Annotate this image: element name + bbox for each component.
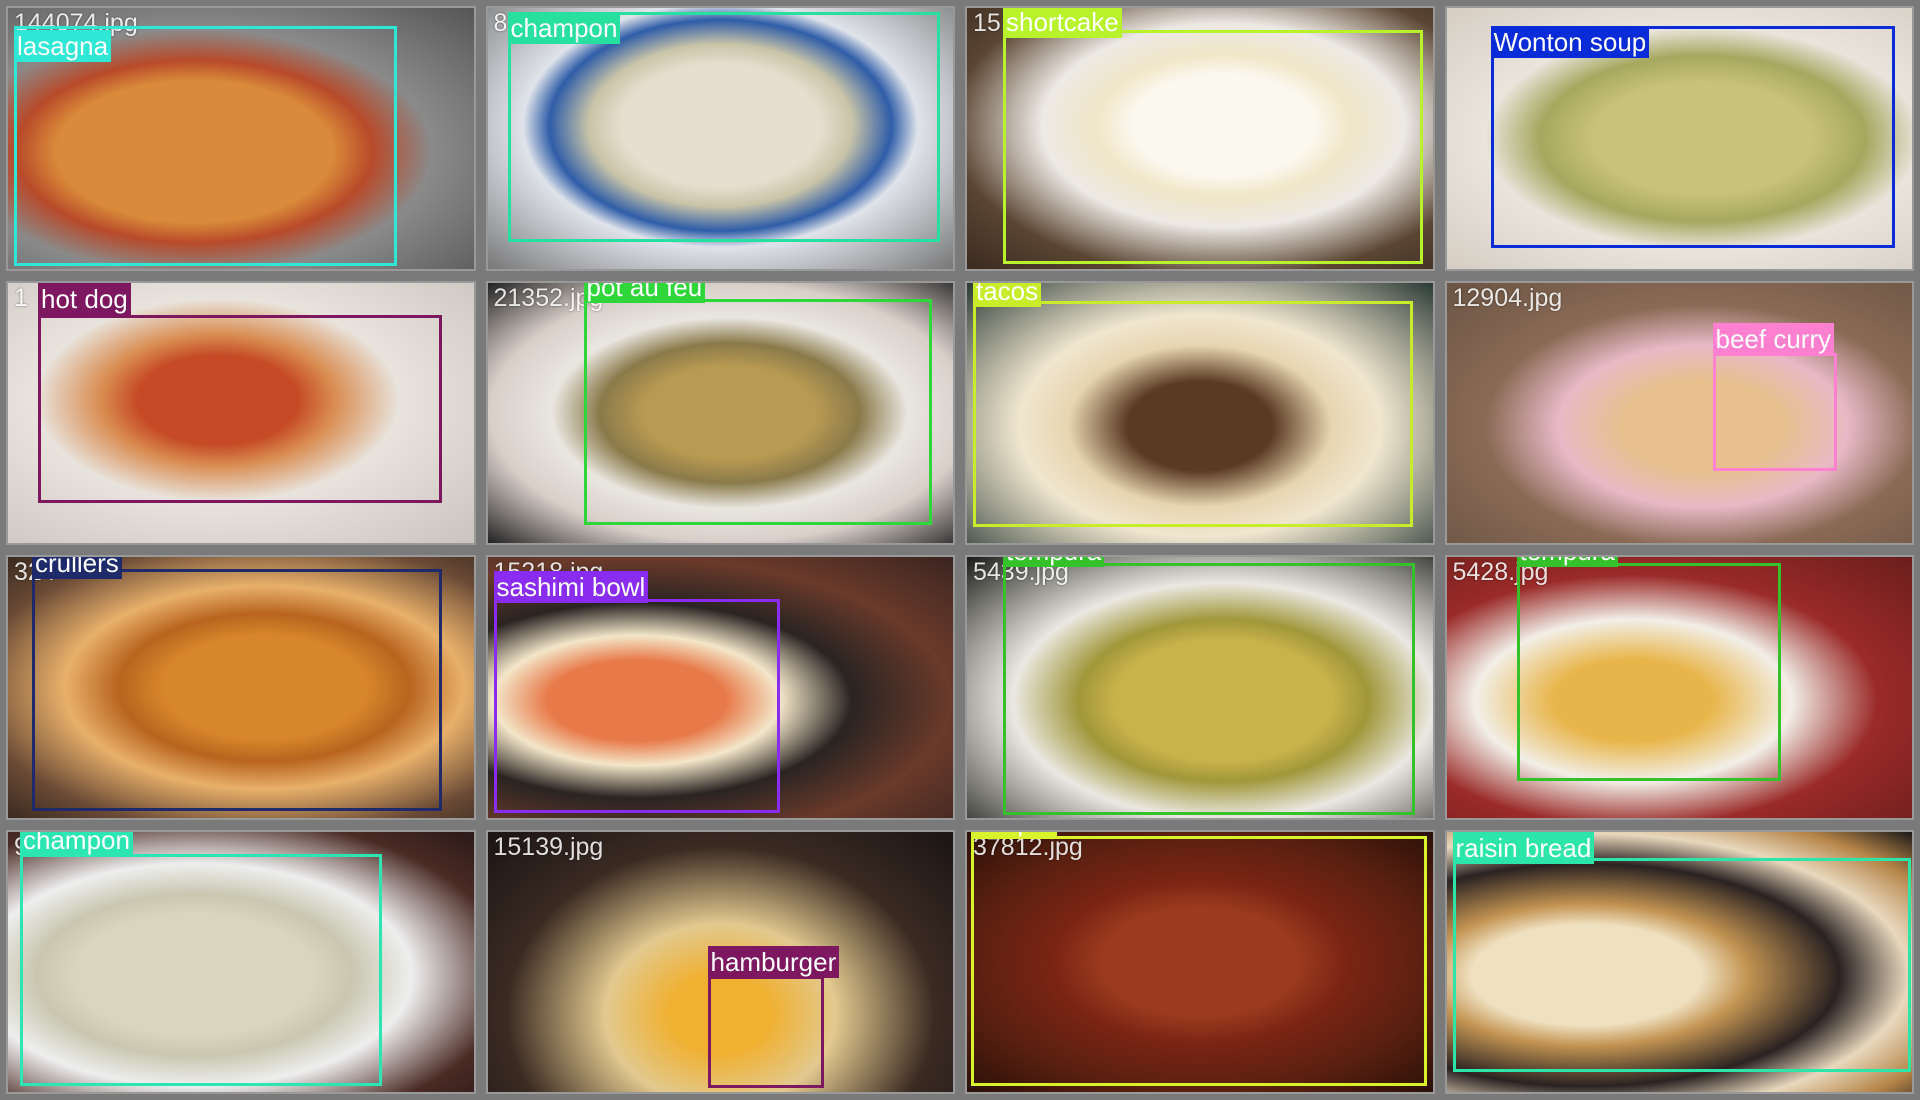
image-grid: 144074.jpg lasagna 8 champon 15 shortcak… — [0, 0, 1920, 1100]
class-label: crullers — [32, 556, 122, 579]
bounding-box — [1490, 26, 1895, 248]
bounding-box — [1003, 563, 1415, 815]
bounding-box — [493, 599, 780, 813]
photo-beef-curry — [1446, 282, 1912, 543]
class-label: pot au feu — [583, 282, 706, 303]
filename: 15 — [973, 9, 1001, 37]
tile-tempura-2: 5428.jpg tempura — [1444, 555, 1914, 820]
tile-tempura-1: 5439.jpg tempura — [965, 555, 1435, 820]
tile-shortcake: 15 shortcake — [965, 6, 1435, 271]
tile-hot-dog: 1 hot dog — [6, 280, 476, 545]
tile-wonton-soup: Wonton soup — [1444, 6, 1914, 271]
class-label: tempura — [1516, 556, 1618, 567]
tile-pot-au-feu: 21352.jpg pot au feu — [485, 280, 955, 545]
bounding-box — [707, 975, 824, 1088]
class-label: tempura — [1003, 556, 1105, 567]
class-label: hot dog — [38, 282, 131, 315]
bounding-box — [1712, 352, 1837, 471]
class-label: champon — [507, 12, 621, 44]
filename: 12904.jpg — [1452, 283, 1563, 312]
class-label: hot pot — [971, 831, 1057, 838]
tile-lasagna: 144074.jpg lasagna — [6, 6, 476, 271]
bounding-box — [14, 26, 397, 266]
bounding-box — [971, 835, 1427, 1086]
bounding-box — [20, 853, 382, 1086]
filename: 8 — [493, 9, 508, 37]
filename: 1 — [14, 283, 28, 312]
bounding-box — [1516, 563, 1781, 781]
class-label: hamburger — [707, 945, 840, 978]
tile-champon-2: 9 champon — [6, 829, 476, 1094]
tile-sashimi-bowl: 15218.jpg sashimi bowl — [485, 555, 955, 820]
class-label: Wonton soup — [1490, 26, 1650, 58]
class-label: sashimi bowl — [493, 571, 649, 603]
class-label: beef curry — [1712, 322, 1835, 355]
tile-tacos: 1 tacos — [965, 280, 1435, 545]
tile-hot-pot: 37812.jpg hot pot — [965, 829, 1435, 1094]
tile-crullers: 324 crullers — [6, 555, 476, 820]
class-label: champon — [20, 831, 133, 856]
filename: 15139.jpg — [493, 832, 604, 861]
bounding-box — [583, 298, 932, 525]
class-label: tacos — [973, 282, 1042, 307]
bounding-box — [38, 314, 442, 503]
class-label: lasagna — [14, 30, 112, 62]
bounding-box — [32, 569, 442, 811]
bounding-box — [507, 12, 940, 242]
tile-raisin-bread: raisin bread — [1444, 829, 1914, 1094]
tile-beef-curry: 12904.jpg beef curry — [1444, 280, 1914, 545]
bounding-box — [1003, 30, 1423, 264]
tile-champon: 8 champon — [485, 6, 955, 271]
tile-hamburger: 15139.jpg hamburger — [485, 829, 955, 1094]
class-label: raisin bread — [1452, 831, 1595, 864]
class-label: shortcake — [1003, 7, 1122, 38]
bounding-box — [973, 300, 1413, 527]
bounding-box — [1452, 857, 1911, 1072]
